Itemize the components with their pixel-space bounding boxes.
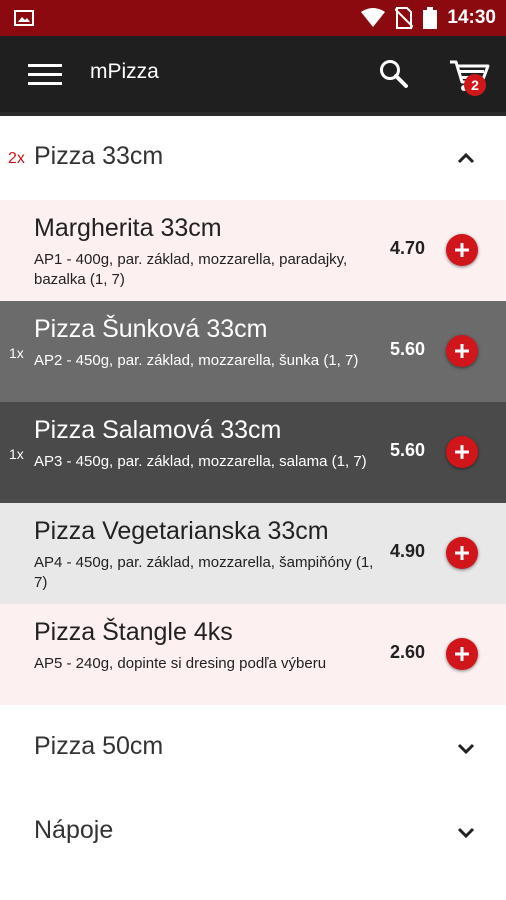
category-name: Pizza 33cm <box>34 142 164 170</box>
menu-item-margherita[interactable]: Margherita 33cm AP1 - 400g, par. základ,… <box>0 200 506 301</box>
item-description: AP5 - 240g, dopinte si dresing podľa výb… <box>34 655 327 672</box>
item-description: AP2 - 450g, par. základ, mozzarella, šun… <box>34 352 359 369</box>
menu-icon[interactable] <box>28 64 62 86</box>
item-quantity: 1x <box>9 446 24 462</box>
plus-icon <box>455 445 469 459</box>
category-name: Pizza 50cm <box>34 732 164 760</box>
add-item-button[interactable] <box>446 436 478 468</box>
item-price: 5.60 <box>390 339 426 359</box>
add-item-button[interactable] <box>446 638 478 670</box>
wifi-icon <box>361 8 386 27</box>
chevron-down-icon <box>457 827 475 839</box>
chevron-down-icon <box>457 743 475 755</box>
status-bar: 14:30 <box>0 0 506 36</box>
item-name: Pizza Vegetarianska 33cm <box>34 517 329 545</box>
item-name: Margherita 33cm <box>34 214 222 242</box>
app-title: mPizza <box>90 60 159 83</box>
no-sim-icon <box>395 7 414 29</box>
item-description: AP4 - 450g, par. základ, mozzarella, šam… <box>34 554 374 591</box>
search-icon[interactable] <box>378 58 410 90</box>
cart-badge: 2 <box>464 74 486 96</box>
battery-icon <box>423 7 438 29</box>
menu-item-vegetarianska[interactable]: Pizza Vegetarianska 33cm AP4 - 450g, par… <box>0 503 506 604</box>
plus-icon <box>455 647 469 661</box>
category-header-pizza-33cm[interactable]: 2x Pizza 33cm <box>0 116 506 200</box>
add-item-button[interactable] <box>446 335 478 367</box>
menu-item-sunkova[interactable]: 1x Pizza Šunková 33cm AP2 - 450g, par. z… <box>0 301 506 402</box>
plus-icon <box>455 546 469 560</box>
item-name: Pizza Šunková 33cm <box>34 315 268 343</box>
menu-item-salamova[interactable]: 1x Pizza Salamová 33cm AP3 - 450g, par. … <box>0 402 506 503</box>
item-name: Pizza Salamová 33cm <box>34 416 282 444</box>
category-header-pizza-50cm[interactable]: Pizza 50cm <box>0 706 506 790</box>
item-price: 4.70 <box>390 238 426 258</box>
category-name: Nápoje <box>34 816 114 844</box>
category-header-napoje[interactable]: Nápoje <box>0 790 506 874</box>
status-time: 14:30 <box>447 7 496 28</box>
item-price: 5.60 <box>390 440 426 460</box>
app-bar: mPizza 2 <box>0 36 506 112</box>
image-icon <box>14 10 34 26</box>
menu-item-stangle[interactable]: Pizza Štangle 4ks AP5 - 240g, dopinte si… <box>0 604 506 705</box>
plus-icon <box>455 344 469 358</box>
item-price: 4.90 <box>390 541 426 561</box>
item-name: Pizza Štangle 4ks <box>34 618 233 646</box>
category-count: 2x <box>8 150 25 167</box>
add-item-button[interactable] <box>446 234 478 266</box>
item-description: AP3 - 450g, par. základ, mozzarella, sal… <box>34 453 367 470</box>
chevron-up-icon <box>457 152 475 164</box>
item-price: 2.60 <box>390 642 426 662</box>
item-description: AP1 - 400g, par. základ, mozzarella, par… <box>34 251 348 288</box>
add-item-button[interactable] <box>446 537 478 569</box>
plus-icon <box>455 243 469 257</box>
item-quantity: 1x <box>9 345 24 361</box>
